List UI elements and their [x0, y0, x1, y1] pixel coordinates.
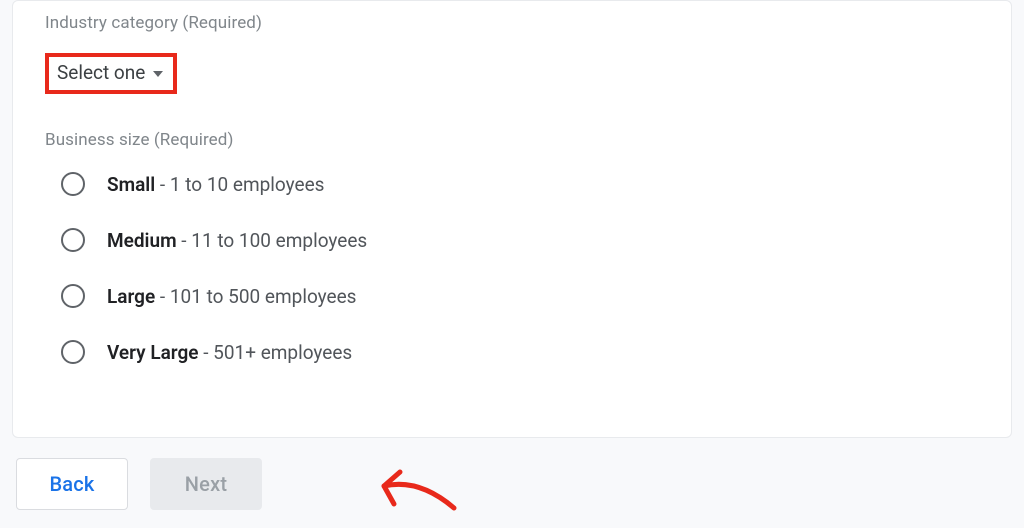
radio-option-medium[interactable]: Medium - 11 to 100 employees — [61, 228, 979, 252]
next-button[interactable]: Next — [150, 458, 262, 510]
radio-label: Small - 1 to 10 employees — [107, 173, 324, 196]
form-card: Industry category (Required) Select one … — [12, 0, 1012, 438]
radio-icon — [61, 284, 85, 308]
radio-option-small[interactable]: Small - 1 to 10 employees — [61, 172, 979, 196]
radio-label: Large - 101 to 500 employees — [107, 285, 356, 308]
chevron-down-icon — [153, 71, 163, 77]
business-size-radio-group: Small - 1 to 10 employees Medium - 11 to… — [45, 172, 979, 364]
radio-label: Very Large - 501+ employees — [107, 341, 352, 364]
back-button[interactable]: Back — [16, 458, 128, 510]
business-size-label: Business size (Required) — [45, 130, 979, 150]
radio-icon — [61, 172, 85, 196]
industry-category-label: Industry category (Required) — [45, 13, 979, 33]
select-value: Select one — [57, 61, 145, 84]
industry-category-select[interactable]: Select one — [57, 61, 163, 84]
radio-icon — [61, 228, 85, 252]
button-row: Back Next — [12, 438, 1012, 510]
radio-icon — [61, 340, 85, 364]
radio-label: Medium - 11 to 100 employees — [107, 229, 367, 252]
highlight-annotation: Select one — [45, 53, 177, 94]
radio-option-large[interactable]: Large - 101 to 500 employees — [61, 284, 979, 308]
radio-option-very-large[interactable]: Very Large - 501+ employees — [61, 340, 979, 364]
